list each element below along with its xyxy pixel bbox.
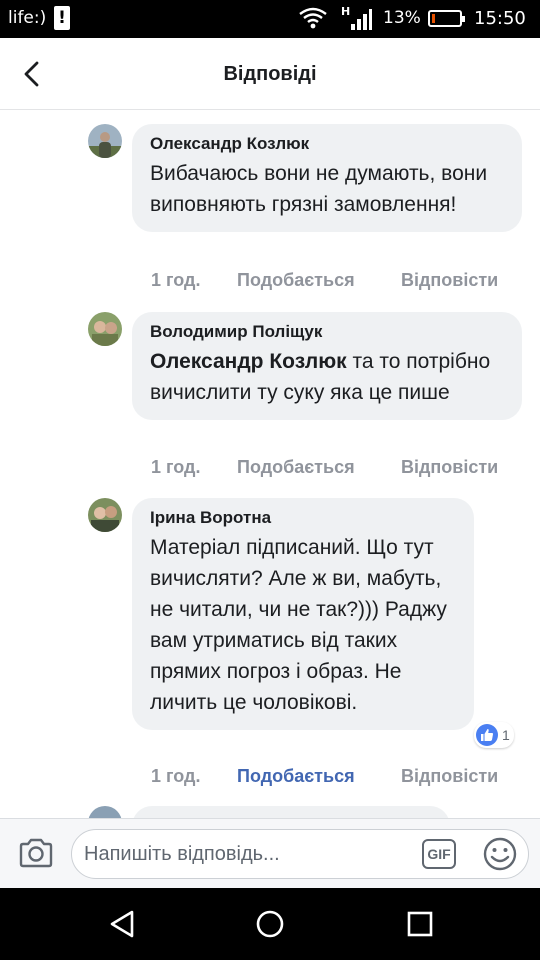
nav-home-icon: [256, 910, 284, 938]
reply-input[interactable]: Напишіть відповідь... GIF: [71, 829, 529, 879]
comment-bubble: Олександр Козлюк Вибачаюсь вони не думаю…: [132, 124, 522, 232]
reply-composer: Напишіть відповідь... GIF: [0, 818, 540, 888]
emoji-button[interactable]: [482, 836, 518, 872]
status-bar: life:) ! H 13% 15:50: [0, 0, 540, 38]
comment-text: Вибачаюсь вони не думають, вони виповняю…: [150, 162, 488, 216]
reply-button[interactable]: Відповісти: [401, 270, 498, 291]
app-header: Відповіді: [0, 38, 540, 110]
like-icon: [476, 724, 498, 746]
nav-home-button[interactable]: [248, 902, 292, 946]
like-button[interactable]: Подобається: [237, 457, 355, 478]
reply-input-placeholder: Напишіть відповідь...: [84, 843, 280, 865]
nav-recents-icon: [407, 911, 433, 937]
comment-author[interactable]: Олександр Козлюк: [150, 134, 504, 154]
camera-button[interactable]: [16, 833, 56, 873]
network-type-label: H: [341, 5, 350, 18]
system-nav-bar: [0, 888, 540, 960]
avatar[interactable]: [88, 312, 122, 346]
comment-bubble: Ірина Воротна Матеріал підписаний. Що ту…: [132, 498, 474, 730]
emoji-icon: [483, 837, 517, 871]
comment-time[interactable]: 1 год.: [151, 270, 200, 291]
mention-link[interactable]: Олександр Козлюк: [150, 350, 347, 373]
comment-text: Матеріал підписаний. Що тут вичисляти? А…: [150, 536, 447, 714]
clock: 15:50: [474, 8, 526, 29]
nav-back-button[interactable]: [100, 902, 144, 946]
like-button[interactable]: Подобається: [237, 766, 355, 787]
signal-icon: H: [340, 4, 372, 36]
reply-button[interactable]: Відповісти: [401, 457, 498, 478]
wifi-icon: [298, 6, 328, 34]
battery-percent: 13%: [383, 8, 421, 28]
comment-time[interactable]: 1 год.: [151, 457, 200, 478]
gif-button[interactable]: GIF: [422, 839, 456, 869]
camera-icon: [19, 838, 53, 868]
battery-level-fill: [432, 14, 435, 23]
comment-bubble: Володимир Поліщук Олександр Козлюк та то…: [132, 312, 522, 420]
avatar[interactable]: [88, 124, 122, 158]
reply-button[interactable]: Відповісти: [401, 766, 498, 787]
nav-back-icon: [110, 910, 134, 938]
comment-author[interactable]: Володимир Поліщук: [150, 322, 504, 342]
carrier-label: life:): [8, 8, 47, 28]
nav-recents-button[interactable]: [398, 902, 442, 946]
reaction-summary[interactable]: 1: [474, 722, 514, 748]
comment-author[interactable]: Ірина Воротна: [150, 508, 456, 528]
reaction-count: 1: [502, 727, 510, 743]
notification-alert-icon: !: [54, 6, 70, 30]
comment-text: Олександр Козлюк та то потрібно вичислит…: [150, 346, 504, 408]
comment-time[interactable]: 1 год.: [151, 766, 200, 787]
battery-icon: [428, 10, 465, 27]
screen: life:) ! H 13% 15:50 Відповіді Олександр…: [0, 0, 540, 960]
avatar[interactable]: [88, 498, 122, 532]
like-button[interactable]: Подобається: [237, 270, 355, 291]
page-title: Відповіді: [223, 63, 317, 85]
